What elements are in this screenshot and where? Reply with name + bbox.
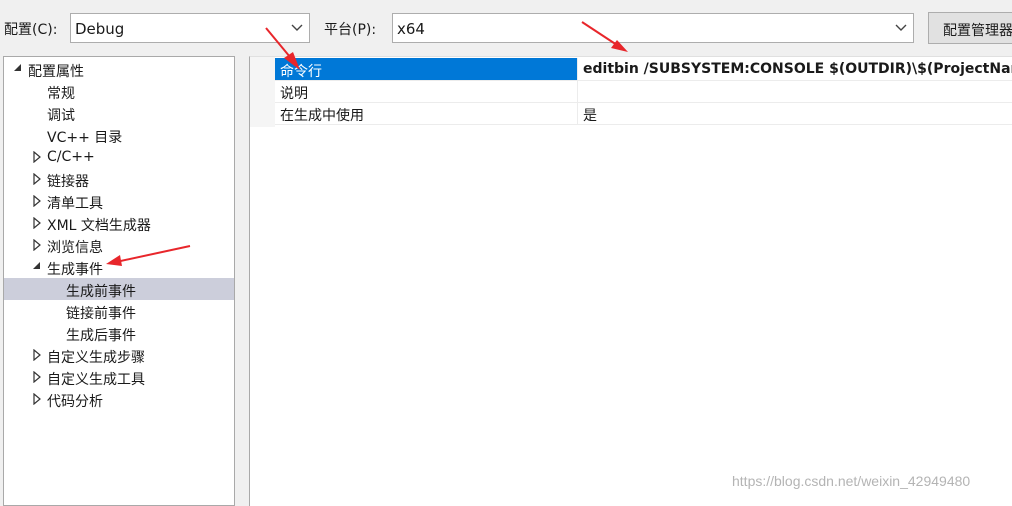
tree-item[interactable]: 调试 — [4, 102, 234, 124]
triangle-right-icon[interactable] — [32, 349, 42, 361]
chevron-down-icon — [895, 24, 907, 31]
property-value: editbin /SUBSYSTEM:CONSOLE $(OUTDIR)\$(P… — [583, 61, 1012, 77]
property-value-cell[interactable]: editbin /SUBSYSTEM:CONSOLE $(OUTDIR)\$(P… — [579, 58, 1012, 80]
platform-dropdown[interactable]: x64 — [392, 13, 914, 43]
tree-item[interactable]: VC++ 目录 — [4, 124, 234, 146]
tree-item-label: 生成事件 — [47, 262, 103, 278]
property-grid: 命令行 editbin /SUBSYSTEM:CONSOLE $(OUTDIR)\… — [249, 56, 1012, 506]
triangle-down-icon[interactable] — [13, 63, 23, 75]
config-value: Debug — [75, 20, 125, 38]
grid-gutter — [250, 57, 275, 127]
property-row[interactable]: 在生成中使用 是 — [275, 102, 1012, 125]
triangle-right-icon[interactable] — [32, 173, 42, 185]
triangle-right-icon[interactable] — [32, 393, 42, 405]
tree-item-label: 配置属性 — [28, 64, 84, 80]
platform-label: 平台(P): — [324, 22, 377, 38]
tree-item[interactable]: 生成事件 — [4, 256, 234, 278]
tree-item-label: 清单工具 — [47, 196, 103, 212]
tree-item[interactable]: 配置属性 — [4, 58, 234, 80]
tree-item-label: 链接器 — [47, 174, 89, 190]
property-name-cell[interactable]: 说明 — [275, 80, 578, 102]
property-name: 在生成中使用 — [280, 108, 364, 124]
tree-item-label: 生成后事件 — [66, 328, 136, 344]
config-label: 配置(C): — [4, 22, 58, 38]
tree-item-label: XML 文档生成器 — [47, 218, 151, 234]
property-value: 是 — [583, 108, 597, 124]
triangle-down-icon[interactable] — [32, 261, 42, 273]
property-name: 命令行 — [280, 64, 322, 80]
tree-item-label: 调试 — [47, 108, 75, 124]
tree-item[interactable]: XML 文档生成器 — [4, 212, 234, 234]
config-dropdown[interactable]: Debug — [70, 13, 310, 43]
triangle-right-icon[interactable] — [32, 239, 42, 251]
tree-item-label: 自定义生成步骤 — [47, 350, 145, 366]
property-name: 说明 — [280, 86, 308, 102]
property-row[interactable]: 命令行 editbin /SUBSYSTEM:CONSOLE $(OUTDIR)\… — [275, 58, 1012, 81]
property-row[interactable]: 说明 — [275, 80, 1012, 103]
tree-item-label: VC++ 目录 — [47, 130, 123, 146]
tree-item-label: C/C++ — [47, 149, 95, 165]
tree-item[interactable]: C/C++ — [4, 146, 234, 168]
chevron-down-icon — [291, 24, 303, 31]
tree-item[interactable]: 自定义生成步骤 — [4, 344, 234, 366]
tree-item[interactable]: 代码分析 — [4, 388, 234, 410]
tree-item[interactable]: 常规 — [4, 80, 234, 102]
triangle-right-icon[interactable] — [32, 151, 42, 163]
watermark: https://blog.csdn.net/weixin_42949480 — [732, 473, 971, 489]
triangle-right-icon[interactable] — [32, 371, 42, 383]
tree-item-label: 代码分析 — [47, 394, 103, 410]
tree-item[interactable]: 链接前事件 — [4, 300, 234, 322]
property-value-cell[interactable] — [579, 80, 1012, 102]
tree-item[interactable]: 清单工具 — [4, 190, 234, 212]
tree-item-label: 自定义生成工具 — [47, 372, 145, 388]
property-value-cell[interactable]: 是 — [579, 102, 1012, 124]
toolbar: 配置(C): Debug 平台(P): x64 配置管理器 — [0, 0, 1012, 56]
tree-item[interactable]: 生成后事件 — [4, 322, 234, 344]
tree-item[interactable]: 生成前事件 — [4, 278, 234, 300]
config-manager-button[interactable]: 配置管理器 — [928, 12, 1012, 44]
tree-item-label: 生成前事件 — [66, 284, 136, 300]
property-tree[interactable]: 配置属性常规调试 VC++ 目录 C/C++ 链接器清单工具 XML 文档生成器 浏览信息… — [3, 56, 235, 506]
config-manager-label: 配置管理器 — [943, 23, 1012, 39]
tree-item[interactable]: 链接器 — [4, 168, 234, 190]
triangle-right-icon[interactable] — [32, 217, 42, 229]
tree-item-label: 浏览信息 — [47, 240, 103, 256]
tree-item[interactable]: 自定义生成工具 — [4, 366, 234, 388]
property-name-cell[interactable]: 命令行 — [275, 58, 578, 80]
platform-value: x64 — [397, 20, 425, 38]
tree-item[interactable]: 浏览信息 — [4, 234, 234, 256]
property-name-cell[interactable]: 在生成中使用 — [275, 102, 578, 124]
tree-item-label: 链接前事件 — [66, 306, 136, 322]
triangle-right-icon[interactable] — [32, 195, 42, 207]
tree-item-label: 常规 — [47, 86, 75, 102]
